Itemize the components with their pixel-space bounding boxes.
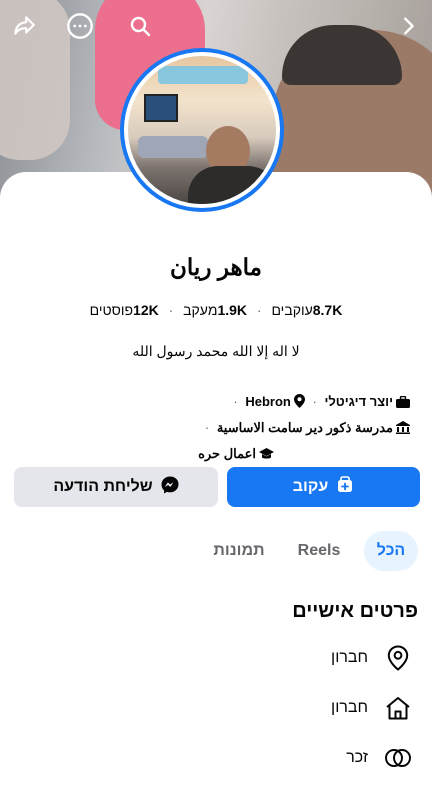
separator-dot: · [204,420,210,435]
creator-text: יוצר דיגיטלי [324,394,393,409]
tab-reels[interactable]: Reels [290,531,348,571]
follow-button[interactable]: עקוב [227,467,420,507]
followers-stat[interactable]: 8.7Kעוקבים [271,302,342,318]
send-message-button[interactable]: שליחת הודעה [14,467,218,507]
avatar-ceiling [158,66,248,84]
search-icon[interactable] [124,10,156,42]
current-city-text: חברון [331,649,368,666]
gender-icon [384,744,412,772]
follow-icon [336,475,354,499]
more-options-icon[interactable] [64,10,96,42]
separator-dot: · [168,302,174,318]
send-message-label: שליחת הודעה [53,478,153,495]
location-pin-icon [293,392,305,416]
profile-name: ماهر ريان [170,254,262,280]
detail-row-hometown[interactable]: חברון [12,686,412,730]
separator-dot: · [256,302,262,318]
avatar-photo [128,56,276,204]
profile-stats: 8.7Kעוקבים · 1.9Kמעקב · 12Kפוסטים [0,302,432,318]
detail-row-gender[interactable]: זכר [12,736,412,780]
separator-dot: · [312,394,317,409]
back-chevron-icon[interactable] [392,10,424,42]
messenger-icon [161,476,179,499]
share-icon[interactable] [8,10,40,42]
school-text: مدرسة ذكور دير سامت الاساسية [216,420,393,435]
separator-dot: · [233,394,238,409]
profile-bio: لا اله إلا الله محمد رسول الله [132,343,300,359]
following-value: 1.9K [217,302,248,318]
avatar-body [188,166,276,204]
profile-tabs: הכל Reels תמונות [0,531,432,571]
detail-row-current-city[interactable]: חברון [12,636,412,680]
tab-photos[interactable]: תמונות [204,531,274,571]
graduation-cap-icon [259,444,274,468]
following-label: מעקב [183,302,218,318]
avatar-border [124,52,280,208]
school-item[interactable]: مدرسة ذكور دير سامت الاساسية [213,420,410,435]
avatar-tv [144,94,178,122]
hometown-text: חברון [331,699,368,716]
profile-avatar[interactable] [120,48,284,212]
posts-value: 12K [133,302,159,318]
location-text: Hebron [245,394,291,409]
gender-text: זכר [346,749,368,766]
personal-details-title: פרטים אישיים [292,600,418,622]
posts-stat[interactable]: 12Kפוסטים [90,302,159,318]
avatar-sofa [138,136,208,158]
location-pin-icon [384,644,412,672]
follow-label: עקוב [292,478,329,495]
followers-label: עוקבים [271,302,313,318]
work-item: اعمال حره [198,446,274,461]
school-building-icon [396,418,410,442]
followers-value: 8.7K [312,302,343,318]
location-item[interactable]: Hebron [242,394,309,409]
work-text: اعمال حره [198,446,256,461]
creator-item: יוצר דיגיטלי [321,394,410,409]
briefcase-icon [396,392,410,416]
posts-label: פוסטים [89,302,134,318]
top-bar [0,0,432,50]
tab-all[interactable]: הכל [364,531,418,571]
profile-meta: יוצר דיגיטלי · Hebron · مدرسة ذكور دير س… [22,390,410,468]
following-stat[interactable]: 1.9Kמעקב [183,302,247,318]
home-icon [384,694,412,722]
